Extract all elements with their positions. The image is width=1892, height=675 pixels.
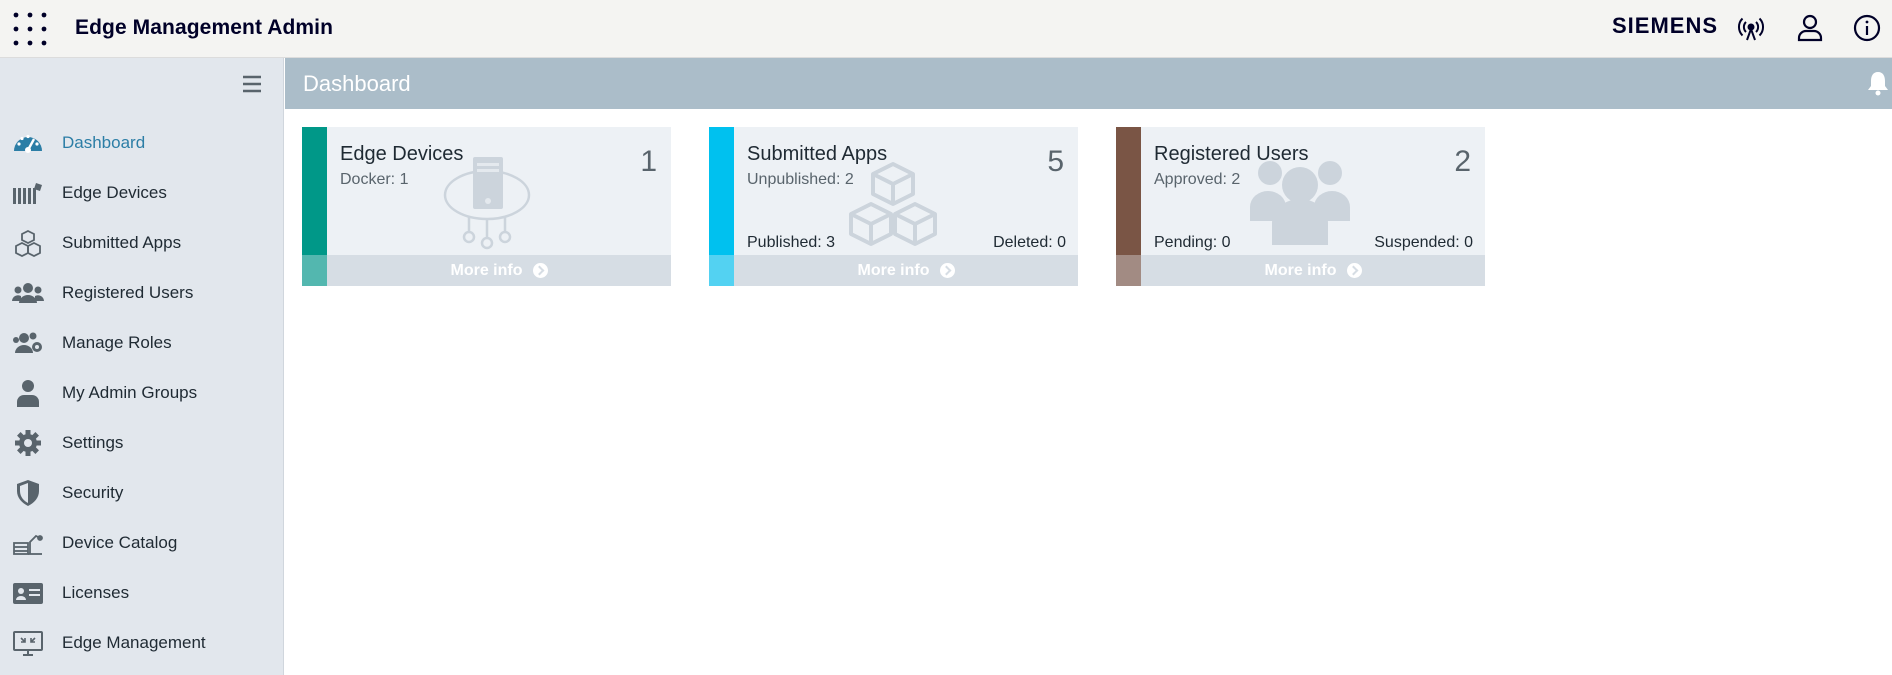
gear-icon xyxy=(12,429,44,457)
roles-icon xyxy=(12,329,44,357)
card-accent-foot xyxy=(302,255,327,286)
top-bar: Edge Management Admin SIEMENS xyxy=(0,0,1892,58)
card-accent xyxy=(1116,127,1141,255)
sidebar-item-label: Edge Devices xyxy=(62,183,167,202)
registered-users-card[interactable]: Registered Users Approved: 2 2 Pending: … xyxy=(1116,127,1485,286)
sidebar-nav: Dashboard Edge Devices Submitted Apps Re… xyxy=(0,118,284,668)
sidebar-item-label: Licenses xyxy=(62,583,130,602)
card-suspended-count: Suspended: 0 xyxy=(1374,234,1473,251)
menu-collapse-icon[interactable] xyxy=(240,72,266,96)
more-info-link[interactable]: More info xyxy=(327,255,671,286)
card-subtitle: Docker: 1 xyxy=(340,171,409,188)
arrow-circle-right-icon xyxy=(532,263,548,278)
sidebar-item-edge-devices[interactable]: Edge Devices xyxy=(0,168,284,218)
sidebar-item-dashboard[interactable]: Dashboard xyxy=(0,118,284,168)
sidebar-item-settings[interactable]: Settings xyxy=(0,418,284,468)
sidebar-item-manage-roles[interactable]: Manage Roles xyxy=(0,318,284,368)
card-count: 2 xyxy=(1454,145,1471,178)
app-launcher-icon[interactable] xyxy=(12,11,48,47)
sidebar-item-my-admin-groups[interactable]: My Admin Groups xyxy=(0,368,284,418)
sidebar-item-licenses[interactable]: Licenses xyxy=(0,568,284,618)
card-published-count: Published: 3 xyxy=(747,234,836,251)
more-info-link[interactable]: More info xyxy=(734,255,1078,286)
bell-icon[interactable] xyxy=(1864,69,1892,97)
users-icon xyxy=(12,279,44,307)
card-count: 1 xyxy=(640,145,657,178)
sidebar-item-security[interactable]: Security xyxy=(0,468,284,518)
sidebar-item-label: Dashboard xyxy=(62,133,146,152)
page-title: Dashboard xyxy=(303,71,411,96)
monitor-icon xyxy=(12,629,44,657)
sidebar-item-label: Device Catalog xyxy=(62,533,178,552)
server-network-icon xyxy=(443,157,531,250)
more-info-label: More info xyxy=(857,261,930,279)
shield-icon xyxy=(12,479,44,507)
app-title: Edge Management Admin xyxy=(75,16,334,39)
sidebar-item-label: Edge Management xyxy=(62,633,206,652)
card-subtitle: Unpublished: 2 xyxy=(747,171,854,188)
siemens-logo: SIEMENS xyxy=(1612,13,1719,38)
card-accent xyxy=(709,127,734,255)
person-icon xyxy=(12,379,44,407)
card-title: Registered Users xyxy=(1154,143,1309,165)
device-catalog-icon xyxy=(12,529,44,557)
card-title: Submitted Apps xyxy=(747,143,888,165)
sidebar-item-edge-management[interactable]: Edge Management xyxy=(0,618,284,668)
more-info-label: More info xyxy=(1264,261,1337,279)
card-pending-count: Pending: 0 xyxy=(1154,234,1231,251)
edge-devices-icon xyxy=(12,179,44,207)
sidebar-item-submitted-apps[interactable]: Submitted Apps xyxy=(0,218,284,268)
edge-devices-card[interactable]: Edge Devices Docker: 1 1 More info xyxy=(302,127,671,286)
sidebar-item-registered-users[interactable]: Registered Users xyxy=(0,268,284,318)
sidebar-item-label: Settings xyxy=(62,433,124,452)
arrow-circle-right-icon xyxy=(1346,263,1362,278)
user-icon[interactable] xyxy=(1795,13,1825,43)
card-accent-foot xyxy=(1116,255,1141,286)
page-header: Dashboard xyxy=(285,58,1892,109)
info-icon[interactable] xyxy=(1852,13,1882,43)
card-accent-foot xyxy=(709,255,734,286)
card-count: 5 xyxy=(1047,145,1064,178)
sidebar: Dashboard Edge Devices Submitted Apps Re… xyxy=(0,58,284,675)
more-info-label: More info xyxy=(450,261,523,279)
license-card-icon xyxy=(12,579,44,607)
sidebar-item-label: Registered Users xyxy=(62,283,194,302)
connectivity-icon[interactable] xyxy=(1736,13,1766,43)
sidebar-item-device-catalog[interactable]: Device Catalog xyxy=(0,518,284,568)
sidebar-item-label: Manage Roles xyxy=(62,333,172,352)
more-info-link[interactable]: More info xyxy=(1141,255,1485,286)
card-deleted-count: Deleted: 0 xyxy=(993,234,1066,251)
card-accent xyxy=(302,127,327,255)
sidebar-item-label: Security xyxy=(62,483,124,502)
sidebar-item-label: Submitted Apps xyxy=(62,233,182,252)
cubes-watermark-icon xyxy=(849,162,937,246)
sidebar-item-label: My Admin Groups xyxy=(62,383,198,402)
dashboard-icon xyxy=(12,129,44,157)
cubes-icon xyxy=(12,229,44,258)
card-title: Edge Devices xyxy=(340,143,464,165)
arrow-circle-right-icon xyxy=(939,263,955,278)
submitted-apps-card[interactable]: Submitted Apps Unpublished: 2 5 Publishe… xyxy=(709,127,1078,286)
card-subtitle: Approved: 2 xyxy=(1154,171,1241,188)
